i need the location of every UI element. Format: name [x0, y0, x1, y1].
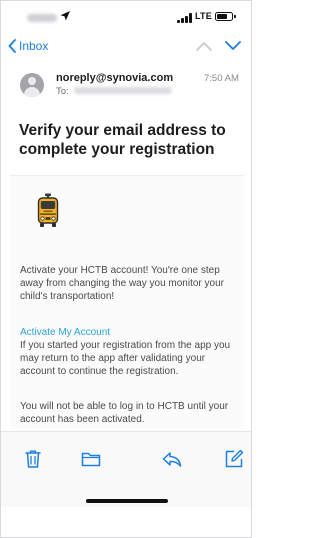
instructions-paragraph: If you started your registration from th… — [20, 340, 231, 377]
clock-redacted — [27, 14, 57, 22]
to-label: To: — [56, 86, 69, 97]
back-label: Inbox — [19, 39, 49, 53]
sender-address[interactable]: noreply@synovia.com — [56, 72, 173, 84]
activate-account-link[interactable]: Activate My Account — [20, 326, 110, 339]
battery-level — [217, 14, 228, 19]
phone-screen: LTE Inbox noreply@synovia.com To: 7:50 A… — [0, 0, 252, 538]
intro-paragraph: Activate your HCTB account! You're one s… — [20, 265, 224, 302]
chevron-down-icon[interactable] — [225, 41, 241, 51]
compose-icon[interactable] — [223, 448, 245, 470]
school-bus-icon — [37, 193, 59, 227]
chevron-up-icon[interactable] — [196, 41, 212, 51]
signal-bars-icon — [177, 13, 192, 23]
back-to-inbox-button[interactable]: Inbox — [8, 39, 48, 53]
message-header: noreply@synovia.com To: 7:50 AM — [1, 65, 251, 113]
reply-icon[interactable] — [161, 448, 183, 470]
message-time: 7:50 AM — [204, 73, 239, 84]
warning-paragraph: You will not be able to log in to HCTB u… — [20, 401, 229, 425]
folder-icon[interactable] — [80, 448, 102, 470]
message-subject: Verify your email address to complete yo… — [19, 122, 226, 158]
battery-icon — [215, 12, 236, 21]
home-indicator[interactable] — [86, 499, 168, 503]
chevron-left-icon — [8, 39, 16, 53]
location-arrow-icon — [60, 11, 70, 21]
trash-icon[interactable] — [22, 448, 44, 470]
email-body: Activate your HCTB account! You're one s… — [10, 175, 244, 429]
network-type-label: LTE — [195, 11, 212, 21]
mail-nav-bar: Inbox — [1, 35, 251, 63]
recipient-redacted — [74, 87, 172, 94]
status-bar: LTE — [1, 1, 251, 33]
avatar[interactable] — [20, 73, 44, 97]
mail-toolbar — [1, 431, 251, 507]
